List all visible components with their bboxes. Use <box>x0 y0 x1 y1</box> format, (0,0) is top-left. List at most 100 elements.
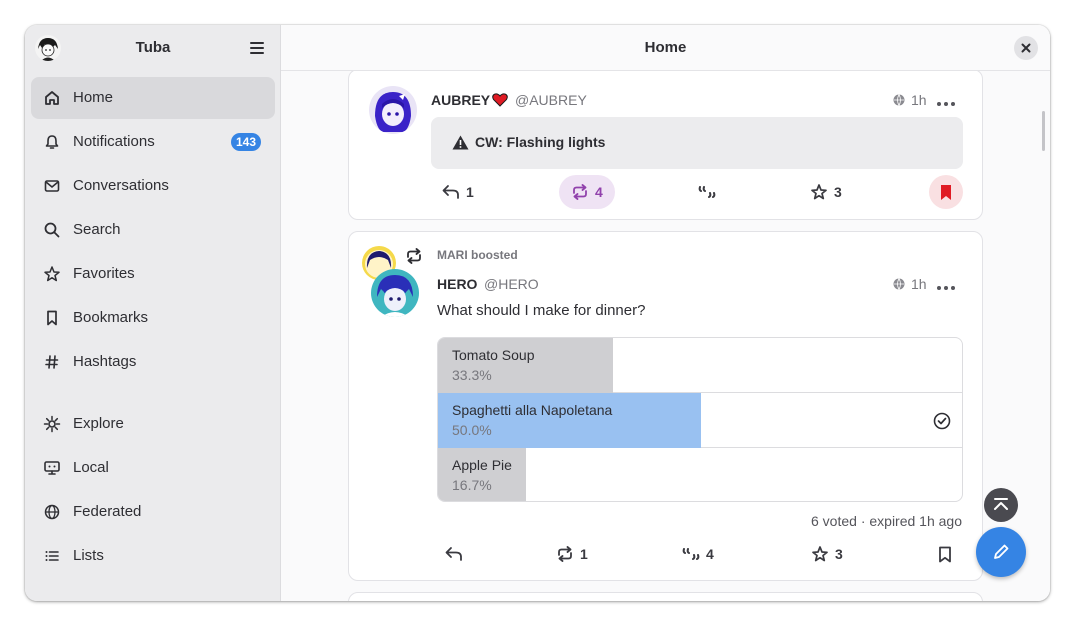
author-avatar[interactable] <box>371 269 419 317</box>
more-icon <box>937 286 955 290</box>
bookmark-filled-icon <box>941 184 951 200</box>
sidebar-item-bookmarks[interactable]: Bookmarks <box>31 297 275 339</box>
boost-indicator <box>405 248 423 269</box>
globe-icon <box>893 94 905 106</box>
quote-button[interactable] <box>698 175 716 209</box>
app-title: Tuba <box>135 39 171 56</box>
quote-button[interactable]: 4 <box>682 537 714 571</box>
sidebar-header: Tuba <box>25 25 281 71</box>
post-card[interactable] <box>348 592 983 601</box>
reply-button[interactable]: 1 <box>442 175 474 209</box>
poll-option-label: Apple Pie <box>452 457 512 473</box>
boost-icon <box>573 184 587 200</box>
hashtag-icon <box>45 355 59 369</box>
sidebar-item-federated[interactable]: Federated <box>31 491 275 533</box>
boost-button[interactable]: 4 <box>559 175 615 209</box>
sidebar-item-label: Hashtags <box>73 353 137 370</box>
author-name[interactable]: HERO <box>437 276 477 292</box>
sidebar-item-label: Search <box>73 221 121 238</box>
author-avatar[interactable] <box>369 86 417 134</box>
favorite-button[interactable]: 3 <box>811 537 843 571</box>
warning-icon <box>452 135 469 150</box>
sidebar-item-notifications[interactable]: Notifications 143 <box>31 121 275 163</box>
sidebar-item-favorites[interactable]: Favorites <box>31 253 275 295</box>
globe-icon <box>893 278 905 290</box>
poll-option[interactable]: Tomato Soup 33.3% <box>438 338 962 393</box>
list-icon <box>45 551 59 561</box>
scroll-top-icon <box>994 498 1008 510</box>
voted-check-icon <box>933 412 951 430</box>
close-button[interactable] <box>1014 36 1038 60</box>
page-title: Home <box>644 39 687 56</box>
hamburger-icon <box>250 42 264 54</box>
boosted-by-label[interactable]: MARI boosted <box>437 248 518 262</box>
sidebar-item-search[interactable]: Search <box>31 209 275 251</box>
sidebar-item-label: Lists <box>73 547 104 564</box>
sidebar-item-label: Notifications <box>73 133 155 150</box>
post-meta: 1h <box>893 276 927 292</box>
bookmark-button[interactable] <box>938 537 952 571</box>
boost-button[interactable]: 1 <box>556 537 588 571</box>
post-card[interactable]: AUBREY @AUBREY 1h CW: Flashing lights 1 … <box>348 69 983 220</box>
more-icon <box>937 102 955 106</box>
reply-button[interactable] <box>445 537 463 571</box>
main-menu-button[interactable] <box>245 37 269 59</box>
poll-option-label: Spaghetti alla Napoletana <box>452 402 613 418</box>
globe-icon <box>44 504 60 520</box>
author-handle[interactable]: @HERO <box>484 276 539 292</box>
scrollbar[interactable] <box>1042 111 1045 151</box>
star-icon <box>812 546 828 562</box>
compose-button[interactable] <box>976 527 1026 577</box>
post-more-button[interactable] <box>936 96 956 106</box>
poll-option-label: Tomato Soup <box>452 347 535 363</box>
bookmark-button[interactable] <box>929 175 963 209</box>
sidebar-item-label: Explore <box>73 415 124 432</box>
quote-icon <box>682 548 700 560</box>
sidebar-item-label: Bookmarks <box>73 309 149 326</box>
poll-option[interactable]: Spaghetti alla Napoletana 50.0% <box>438 393 962 448</box>
sidebar-item-explore[interactable]: Explore <box>31 403 275 445</box>
sidebar-item-label: Home <box>73 89 114 106</box>
reply-count: 1 <box>466 184 474 200</box>
app-window: Tuba Home Notifications 143 Conversation… <box>25 25 1050 601</box>
post-card[interactable]: MARI boosted HERO @HERO 1h What should I… <box>348 231 983 581</box>
reply-icon <box>442 185 459 199</box>
scroll-to-top-button[interactable] <box>984 488 1018 522</box>
content-warning-button[interactable]: CW: Flashing lights <box>431 117 963 169</box>
post-meta: 1h <box>893 92 927 108</box>
main-content: Home AUBREY @AUBREY 1h CW: Flashing ligh… <box>281 25 1050 601</box>
close-icon <box>1021 43 1031 53</box>
boost-icon <box>407 248 421 264</box>
poll-option-percent: 16.7% <box>452 477 492 493</box>
favorite-count: 3 <box>834 184 842 200</box>
reply-icon <box>445 547 462 561</box>
poll-option[interactable]: Apple Pie 16.7% <box>438 448 962 501</box>
bell-icon <box>45 135 59 149</box>
sidebar-item-label: Favorites <box>73 265 135 282</box>
sidebar-item-conversations[interactable]: Conversations <box>31 165 275 207</box>
post-time[interactable]: 1h <box>911 276 927 292</box>
post-time[interactable]: 1h <box>911 92 927 108</box>
favorite-button[interactable]: 3 <box>810 175 842 209</box>
star-icon <box>811 184 827 200</box>
author-handle[interactable]: @AUBREY <box>515 92 587 108</box>
boost-count: 1 <box>580 546 588 562</box>
sidebar-separator <box>31 385 275 403</box>
heart-emoji <box>492 93 508 112</box>
post-more-button[interactable] <box>936 280 956 290</box>
notifications-count-badge: 143 <box>230 133 261 151</box>
author-name[interactable]: AUBREY <box>431 92 490 108</box>
sidebar-item-lists[interactable]: Lists <box>31 535 275 577</box>
boost-icon <box>558 546 572 562</box>
sidebar-item-local[interactable]: Local <box>31 447 275 489</box>
sidebar-item-label: Federated <box>73 503 142 520</box>
sidebar-item-home[interactable]: Home <box>31 77 275 119</box>
sidebar-item-hashtags[interactable]: Hashtags <box>31 341 275 383</box>
post-text: What should I make for dinner? <box>437 302 646 319</box>
explore-icon <box>43 415 61 433</box>
poll-footer: 6 voted · expired 1h ago <box>811 513 962 529</box>
quote-icon <box>698 186 716 198</box>
quote-count: 4 <box>706 546 714 562</box>
bookmark-icon <box>939 546 951 562</box>
star-icon <box>44 266 60 282</box>
